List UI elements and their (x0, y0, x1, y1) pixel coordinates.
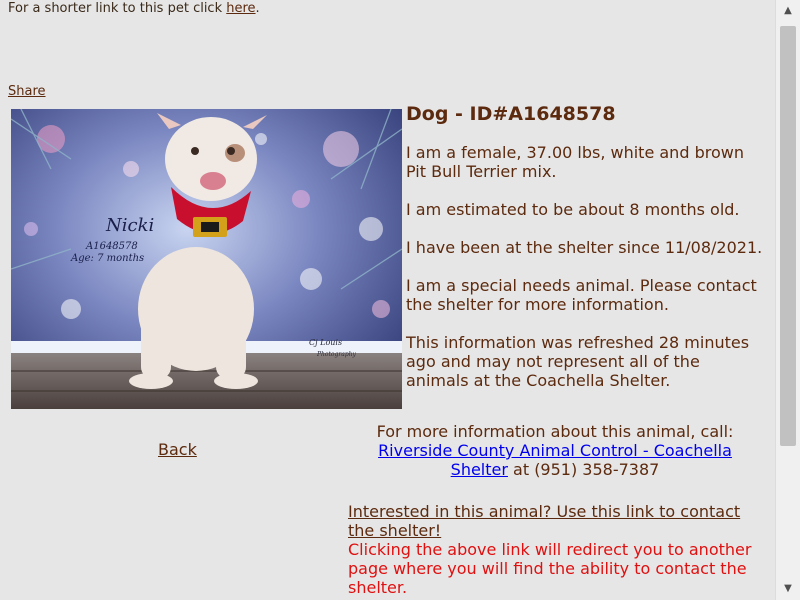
back-link[interactable]: Back (158, 440, 197, 459)
pet-shelter-since: I have been at the shelter since 11/08/2… (406, 238, 763, 257)
scroll-up-arrow-icon[interactable]: ▲ (776, 0, 800, 22)
share-container: Share (8, 84, 46, 99)
short-link-here[interactable]: here (226, 1, 255, 16)
more-info: For more information about this animal, … (348, 422, 762, 479)
shelter-phone: at (951) 358-7387 (507, 460, 660, 479)
pet-description: I am a female, 37.00 lbs, white and brow… (406, 143, 744, 181)
pet-title: Dog - ID#A1648578 (406, 103, 616, 125)
contact-container: Interested in this animal? Use this link… (348, 502, 762, 540)
short-link-prefix: For a shorter link to this pet click (8, 1, 227, 16)
photo-overlay-name: Nicki (105, 215, 154, 236)
redirect-note: Clicking the above link will redirect yo… (348, 540, 752, 597)
pet-info: Dog - ID#A1648578 I am a female, 37.00 l… (406, 103, 766, 409)
photo-overlay-id: A1648578 (85, 241, 138, 252)
pet-special-needs: I am a special needs animal. Please cont… (406, 276, 757, 314)
short-link-suffix: . (255, 1, 260, 16)
scrollbar-thumb[interactable] (780, 26, 796, 446)
photo-watermark-line1: Cj Louis (309, 338, 342, 347)
pet-refresh-note: This information was refreshed 28 minute… (406, 333, 750, 390)
short-link-line: For a shorter link to this pet click her… (8, 1, 260, 16)
photo-overlay-age: Age: 7 months (70, 253, 144, 264)
back-container: Back (158, 440, 197, 459)
more-info-prefix: For more information about this animal, … (376, 422, 734, 441)
pet-age: I am estimated to be about 8 months old. (406, 200, 740, 219)
pet-detail-page: For a shorter link to this pet click her… (0, 0, 776, 600)
scroll-down-arrow-icon[interactable]: ▼ (776, 578, 800, 600)
share-link[interactable]: Share (8, 84, 46, 99)
contact-shelter-link[interactable]: Interested in this animal? Use this link… (348, 502, 740, 540)
pet-photo: Nicki A1648578 Age: 7 months Cj Louis Ph… (11, 109, 402, 409)
vertical-scrollbar[interactable]: ▲ ▼ (775, 0, 800, 600)
pet-photo-image: Nicki A1648578 Age: 7 months Cj Louis Ph… (11, 109, 402, 409)
photo-watermark-line2: Photography (316, 351, 357, 358)
